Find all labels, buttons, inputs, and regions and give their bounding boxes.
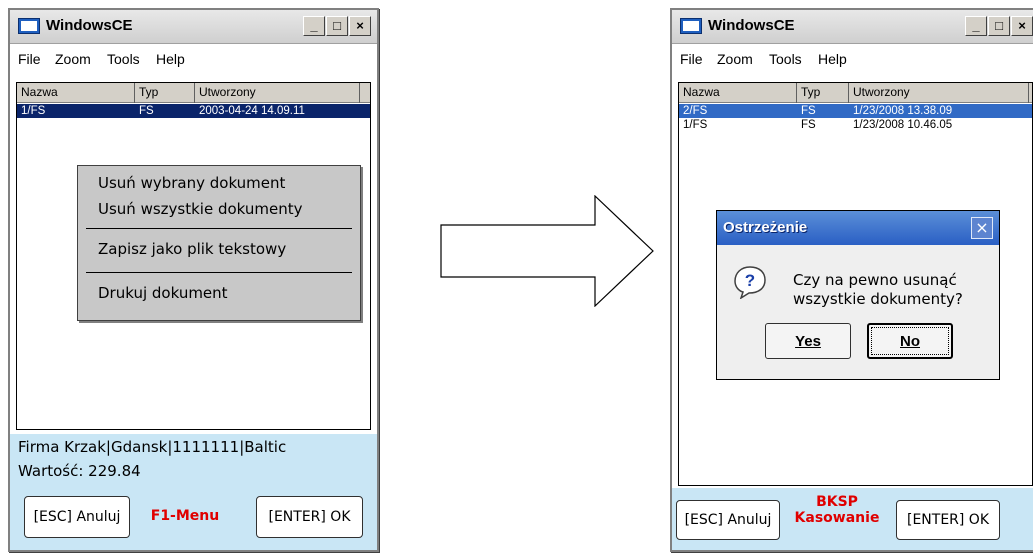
question-icon: ? (734, 266, 766, 299)
column-header-nazwa[interactable]: Nazwa (17, 83, 135, 103)
menu-item-delete-selected[interactable]: Usuń wybrany dokument (98, 174, 285, 192)
menu-separator (86, 228, 352, 229)
yes-label: Yes (795, 332, 821, 350)
menu-item-delete-all[interactable]: Usuń wszystkie dokumenty (98, 200, 303, 218)
table-row[interactable]: 1/FS FS 1/23/2008 10.46.05 (679, 118, 1032, 132)
dialog-message-line: wszystkie dokumenty? (793, 290, 963, 308)
maximize-button[interactable]: □ (988, 16, 1010, 36)
maximize-button[interactable]: □ (326, 16, 348, 36)
cell-utworzony: 2003-04-24 14.09.11 (199, 105, 305, 117)
list-header: Nazwa Typ Utworzony (17, 83, 370, 103)
dialog-message: Czy na pewno usunąć wszystkie dokumenty? (793, 271, 963, 309)
close-button[interactable]: × (349, 16, 371, 36)
right-window: WindowsCE _ □ × File Zoom Tools Help Naz… (670, 8, 1033, 552)
no-label: No (900, 332, 920, 350)
no-button[interactable]: No (867, 323, 953, 359)
menu-file[interactable]: File (18, 51, 41, 67)
cell-typ: FS (139, 105, 154, 117)
ok-button[interactable]: [ENTER] OK (256, 496, 363, 538)
table-row[interactable]: 2/FS FS 1/23/2008 13.38.09 (679, 104, 1032, 118)
menu-item-print[interactable]: Drukuj dokument (98, 284, 228, 302)
context-menu: Usuń wybrany dokument Usuń wszystkie dok… (77, 165, 361, 321)
bksp-hint-action: Kasowanie (794, 510, 880, 526)
company-info: Firma Krzak|Gdansk|1111111|Baltic (18, 438, 287, 456)
menu-tools[interactable]: Tools (107, 51, 140, 67)
bksp-hint-key: BKSP (816, 494, 858, 510)
menu-help[interactable]: Help (818, 51, 847, 67)
title-bar: WindowsCE _ □ × (672, 10, 1033, 44)
menu-help[interactable]: Help (156, 51, 185, 67)
dialog-message-line: Czy na pewno usunąć (793, 271, 957, 289)
yes-button[interactable]: Yes (765, 323, 851, 359)
column-header-utworzony[interactable]: Utworzony (849, 83, 1029, 103)
left-window: WindowsCE _ □ × File Zoom Tools Help Naz… (8, 8, 379, 552)
window-icon (680, 18, 702, 34)
cell-nazwa: 1/FS (21, 105, 46, 117)
close-button[interactable]: × (1011, 16, 1033, 36)
menu-zoom[interactable]: Zoom (55, 51, 91, 67)
f1-menu-hint: F1-Menu (150, 508, 220, 524)
warning-dialog: Ostrzeżenie × ? Czy na pewno usunąć wszy… (716, 210, 1000, 380)
window-icon (18, 18, 40, 34)
menu-zoom[interactable]: Zoom (717, 51, 753, 67)
window-title: WindowsCE (708, 17, 795, 34)
cell-nazwa: 1/FS (683, 119, 708, 131)
cell-typ: FS (801, 119, 816, 131)
column-header-utworzony[interactable]: Utworzony (195, 83, 360, 103)
list-header: Nazwa Typ Utworzony (679, 83, 1032, 103)
cancel-button[interactable]: [ESC] Anuluj (24, 496, 130, 538)
svg-text:?: ? (745, 271, 755, 290)
cell-utworzony: 1/23/2008 10.46.05 (853, 119, 953, 131)
dialog-close-button[interactable]: × (971, 217, 993, 239)
menu-bar: File Zoom Tools Help (10, 46, 377, 72)
window-controls: _ □ × (303, 16, 371, 36)
minimize-button[interactable]: _ (303, 16, 325, 36)
window-title: WindowsCE (46, 17, 133, 34)
bksp-hint: BKSP Kasowanie (782, 494, 892, 526)
menu-bar: File Zoom Tools Help (672, 46, 1033, 72)
column-header-typ[interactable]: Typ (797, 83, 849, 103)
bottom-panel: Firma Krzak|Gdansk|1111111|Baltic Wartoś… (10, 434, 377, 550)
window-controls: _ □ × (965, 16, 1033, 36)
arrow-right-icon (440, 195, 654, 307)
dialog-title-bar: Ostrzeżenie × (717, 211, 999, 245)
menu-file[interactable]: File (680, 51, 703, 67)
menu-separator (86, 272, 352, 273)
bottom-panel: [ESC] Anuluj BKSP Kasowanie [ENTER] OK (672, 488, 1033, 550)
menu-tools[interactable]: Tools (769, 51, 802, 67)
minimize-button[interactable]: _ (965, 16, 987, 36)
document-value: Wartość: 229.84 (18, 462, 141, 480)
title-bar: WindowsCE _ □ × (10, 10, 377, 44)
cell-utworzony: 1/23/2008 13.38.09 (853, 105, 953, 117)
cell-typ: FS (801, 105, 816, 117)
dialog-title: Ostrzeżenie (723, 219, 808, 236)
ok-button[interactable]: [ENTER] OK (896, 500, 1000, 540)
column-header-nazwa[interactable]: Nazwa (679, 83, 797, 103)
column-header-typ[interactable]: Typ (135, 83, 195, 103)
cancel-button[interactable]: [ESC] Anuluj (676, 500, 780, 540)
menu-item-save-as-text[interactable]: Zapisz jako plik tekstowy (98, 240, 286, 258)
table-row[interactable]: 1/FS FS 2003-04-24 14.09.11 (17, 104, 370, 118)
cell-nazwa: 2/FS (683, 105, 708, 117)
